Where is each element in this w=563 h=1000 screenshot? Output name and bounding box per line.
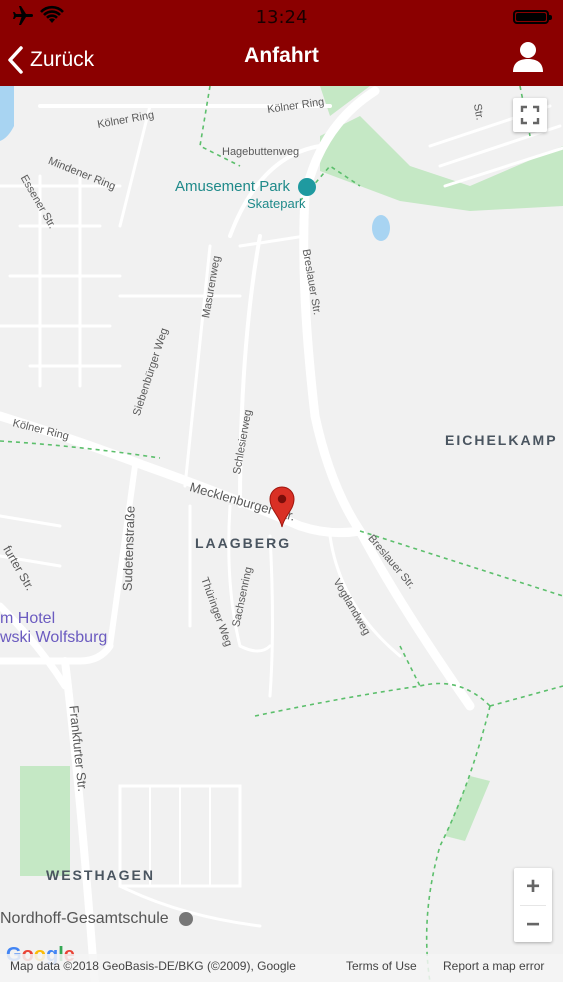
navigation-bar: Zurück Anfahrt — [0, 34, 563, 86]
map-roads — [0, 86, 563, 982]
back-button[interactable]: Zurück — [6, 43, 94, 77]
street-label: Str. — [470, 102, 486, 122]
hotel-label-line1: m Hotel — [0, 610, 56, 627]
area-label: LAAGBERG — [195, 535, 292, 551]
map-attribution: Map data ©2018 GeoBasis-DE/BKG (©2009), … — [10, 959, 296, 973]
battery-icon — [513, 10, 552, 24]
fullscreen-icon — [520, 105, 540, 125]
area-label: WESTHAGEN — [46, 867, 155, 883]
area-label: EICHELKAMP — [445, 432, 558, 448]
terms-link[interactable]: Terms of Use — [346, 959, 417, 973]
user-icon[interactable] — [511, 40, 545, 74]
school-label[interactable]: Nordhoff-Gesamtschule — [0, 910, 194, 928]
chevron-left-icon — [8, 46, 23, 74]
street-label: Sudetenstraße — [119, 505, 138, 592]
poi-name: Amusement Park — [175, 178, 291, 195]
location-marker-icon[interactable] — [268, 486, 296, 528]
pin-icon — [179, 911, 194, 926]
back-label: Zurück — [30, 48, 95, 71]
bottom-strip — [0, 982, 563, 1000]
report-map-error-link[interactable]: Report a map error — [443, 959, 544, 973]
school-name: Nordhoff-Gesamtschule — [0, 910, 169, 927]
status-bar: 13:24 — [0, 0, 563, 34]
zoom-out-button[interactable]: − — [514, 906, 552, 943]
status-time: 13:24 — [255, 7, 308, 28]
map-footer: Map data ©2018 GeoBasis-DE/BKG (©2009), … — [0, 954, 563, 982]
poi-icon — [298, 178, 317, 197]
map-view[interactable]: Amusement Park Skatepark Kölner Ring Köl… — [0, 86, 563, 982]
zoom-in-button[interactable]: + — [514, 868, 552, 905]
zoom-control: + − — [514, 868, 552, 942]
fullscreen-button[interactable] — [513, 98, 547, 132]
poi-amusement-park[interactable]: Amusement Park — [175, 178, 317, 197]
street-label: Hagebuttenweg — [222, 146, 300, 158]
hotel-label-line2: wski Wolfsburg — [0, 629, 108, 646]
poi-subtitle: Skatepark — [247, 196, 306, 211]
